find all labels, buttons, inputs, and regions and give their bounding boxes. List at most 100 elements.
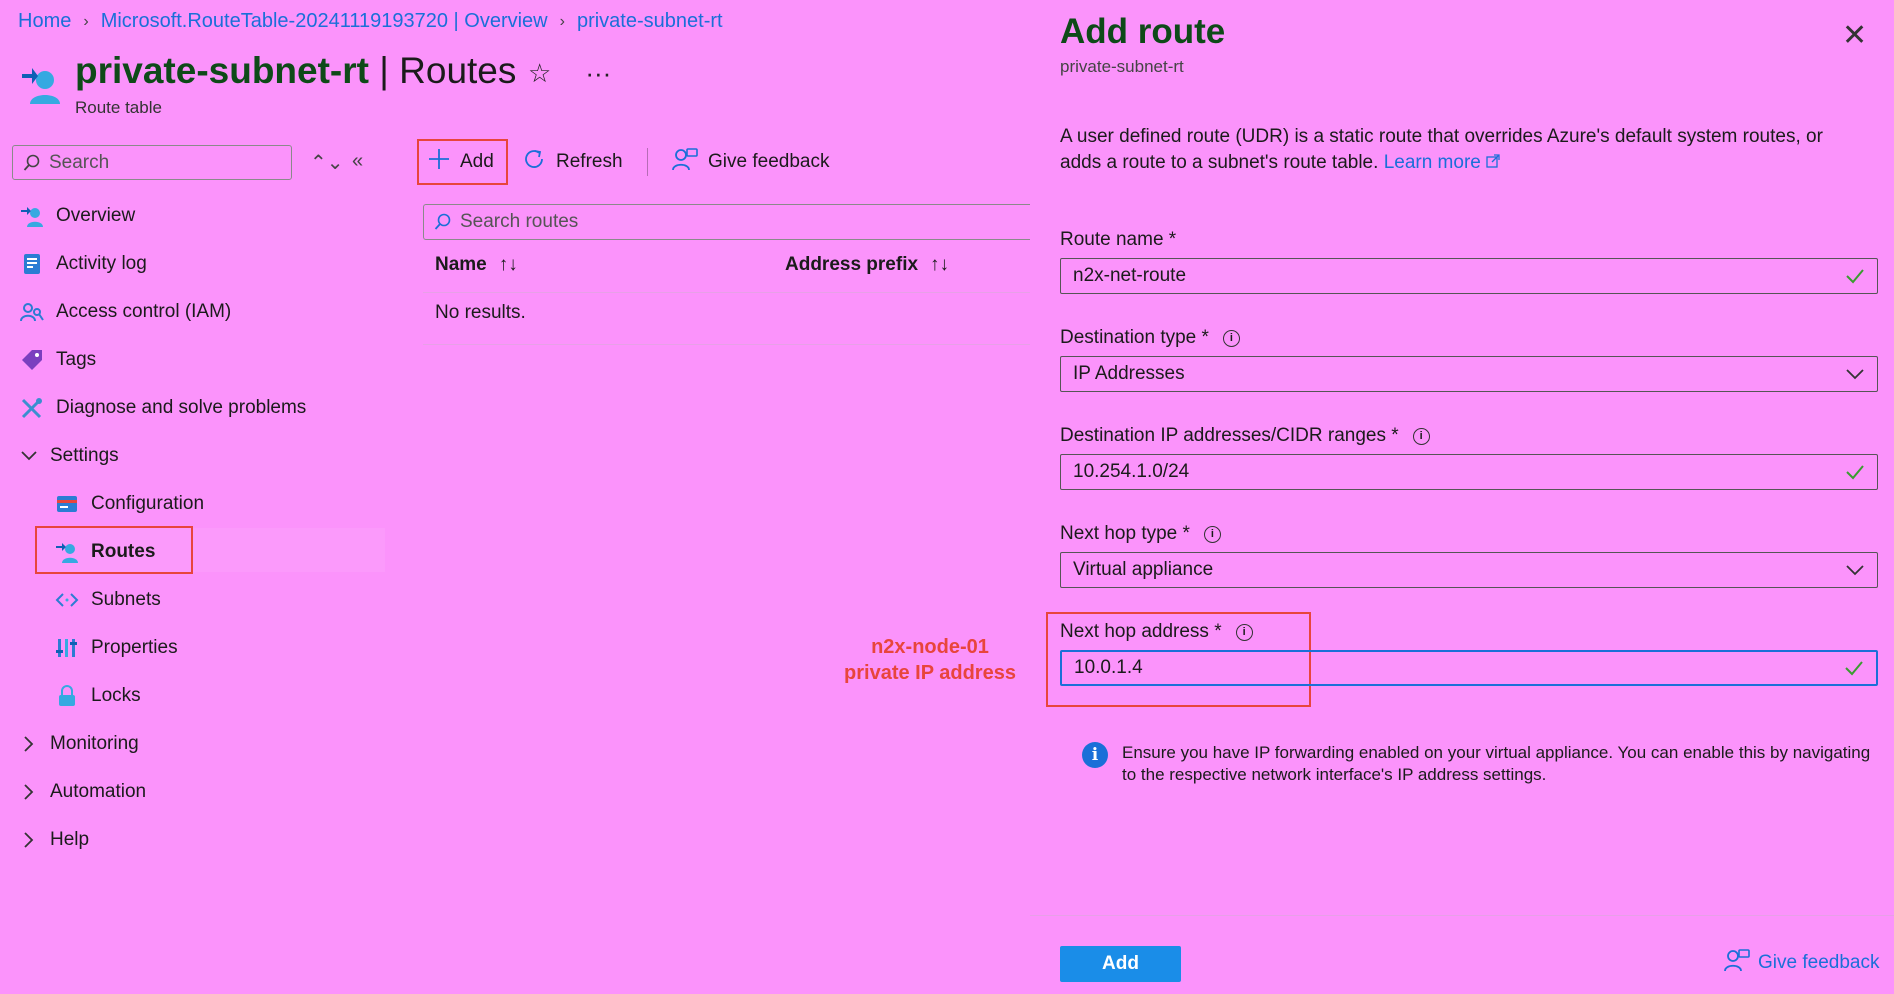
breadcrumb-home[interactable]: Home — [18, 10, 71, 33]
routes-search-input[interactable] — [460, 211, 1020, 233]
destination-ip-label: Destination IP addresses/CIDR ranges * i — [1060, 425, 1430, 447]
chevron-right-icon — [20, 732, 38, 756]
panel-description: A user defined route (UDR) is a static r… — [1060, 124, 1860, 176]
table-row-divider — [423, 344, 1033, 345]
route-name-label-text: Route name * — [1060, 229, 1177, 250]
refresh-icon — [522, 147, 546, 177]
give-feedback-label: Give feedback — [708, 151, 830, 172]
annotation-line-2: private IP address — [844, 662, 1016, 684]
column-header-name[interactable]: Name ↑↓ — [435, 254, 518, 276]
ip-forwarding-note: i Ensure you have IP forwarding enabled … — [1082, 742, 1872, 786]
sidebar-item-label: Tags — [56, 349, 97, 370]
column-header-address-prefix[interactable]: Address prefix ↑↓ — [785, 254, 949, 276]
refresh-button[interactable]: Refresh — [522, 140, 623, 184]
footer-give-feedback-link[interactable]: Give feedback — [1724, 948, 1879, 978]
toolbar-divider — [647, 148, 648, 176]
sidebar-item-properties[interactable]: Properties — [55, 632, 178, 664]
add-button[interactable]: Add — [1060, 946, 1181, 982]
next-hop-address-field[interactable] — [1060, 650, 1878, 686]
sidebar-item-label: Configuration — [91, 493, 205, 514]
destination-type-select[interactable]: IP Addresses — [1060, 356, 1878, 392]
feedback-icon — [1724, 948, 1750, 978]
info-icon[interactable]: i — [1412, 427, 1430, 445]
destination-ip-input[interactable] — [1073, 461, 1833, 483]
sidebar-item-overview[interactable]: Overview — [20, 200, 135, 232]
destination-type-label: Destination type * i — [1060, 327, 1240, 349]
sidebar-item-monitoring[interactable]: Monitoring — [20, 728, 139, 760]
sidebar-item-automation[interactable]: Automation — [20, 776, 146, 808]
note-text: Ensure you have IP forwarding enabled on… — [1122, 743, 1871, 784]
chevron-right-icon: › — [83, 12, 89, 30]
external-link-icon — [1486, 154, 1500, 168]
page-title-section: | Routes — [379, 50, 517, 91]
give-feedback-button[interactable]: Give feedback — [672, 140, 829, 184]
sidebar-item-diagnose[interactable]: Diagnose and solve problems — [20, 392, 306, 424]
sidebar-item-settings[interactable]: Settings — [20, 440, 119, 472]
column-header-address-prefix-label: Address prefix — [785, 254, 919, 275]
annotation-label: n2x-node-01 private IP address — [830, 634, 1030, 686]
title-actions: ☆ ··· — [528, 58, 611, 89]
route-name-input[interactable] — [1073, 265, 1833, 287]
learn-more-link[interactable]: Learn more — [1384, 152, 1500, 173]
routes-search[interactable] — [423, 204, 1033, 240]
sidebar-item-label: Diagnose and solve problems — [56, 397, 307, 418]
info-circle-icon: i — [1082, 742, 1108, 768]
chevron-right-icon — [20, 780, 38, 804]
no-results-text: No results. — [435, 302, 526, 323]
sidebar-item-label: Overview — [56, 205, 136, 226]
destination-type-value: IP Addresses — [1073, 363, 1185, 384]
wrench-icon — [20, 396, 44, 420]
sidebar-item-label: Monitoring — [50, 733, 139, 754]
route-table-icon — [55, 540, 79, 564]
sidebar-item-access-control[interactable]: Access control (IAM) — [20, 296, 231, 328]
feedback-icon — [672, 147, 698, 177]
breadcrumb-private-subnet-rt[interactable]: private-subnet-rt — [577, 10, 723, 33]
panel-title: Add route — [1060, 12, 1226, 51]
table-header-divider — [423, 292, 1033, 293]
lock-icon — [55, 684, 79, 708]
destination-ip-field[interactable] — [1060, 454, 1878, 490]
chevron-right-icon — [20, 828, 38, 852]
sidebar-item-label: Routes — [91, 541, 156, 562]
sidebar-item-help[interactable]: Help — [20, 824, 89, 856]
check-icon — [1845, 268, 1865, 284]
panel-subtitle: private-subnet-rt — [1060, 57, 1184, 76]
sidebar-item-subnets[interactable]: Subnets — [55, 584, 161, 616]
next-hop-type-value: Virtual appliance — [1073, 559, 1214, 580]
configuration-icon — [55, 492, 79, 516]
info-icon[interactable]: i — [1203, 525, 1221, 543]
sort-icon[interactable]: ↑↓ — [930, 254, 949, 276]
subnets-icon — [55, 588, 79, 612]
column-header-name-label: Name — [435, 254, 487, 275]
info-icon[interactable]: i — [1222, 329, 1240, 347]
next-hop-type-select[interactable]: Virtual appliance — [1060, 552, 1878, 588]
page-title: private-subnet-rt | Routes — [75, 50, 516, 92]
sidebar-item-label: Properties — [91, 637, 178, 658]
learn-more-label: Learn more — [1383, 152, 1481, 173]
route-name-field[interactable] — [1060, 258, 1878, 294]
iam-icon — [20, 300, 44, 324]
sidebar-item-label: Settings — [50, 445, 119, 466]
sidebar-item-tags[interactable]: Tags — [20, 344, 96, 376]
tag-icon — [20, 348, 44, 372]
destination-ip-label-text: Destination IP addresses/CIDR ranges * — [1060, 425, 1399, 446]
info-icon[interactable]: i — [1235, 623, 1253, 641]
add-route-label: Add — [460, 151, 494, 172]
plus-icon — [428, 148, 450, 176]
sidebar-item-label: Activity log — [56, 253, 147, 274]
sidebar-item-activity-log[interactable]: Activity log — [20, 248, 147, 280]
sidebar-item-label: Locks — [91, 685, 141, 706]
chevron-right-icon: › — [559, 12, 565, 30]
activity-log-icon — [20, 252, 44, 276]
add-route-button[interactable]: Add — [428, 140, 494, 184]
sidebar-item-locks[interactable]: Locks — [55, 680, 141, 712]
sidebar-item-configuration[interactable]: Configuration — [55, 488, 204, 520]
close-icon[interactable]: ✕ — [1842, 18, 1867, 53]
more-options-icon[interactable]: ··· — [585, 58, 611, 89]
route-table-icon — [20, 204, 44, 228]
sidebar-item-routes[interactable]: Routes — [55, 536, 155, 568]
sort-icon[interactable]: ↑↓ — [499, 254, 518, 276]
next-hop-address-input[interactable] — [1074, 657, 1834, 679]
breadcrumb-route-table-overview[interactable]: Microsoft.RouteTable-20241119193720 | Ov… — [101, 10, 548, 33]
star-icon[interactable]: ☆ — [528, 58, 551, 89]
